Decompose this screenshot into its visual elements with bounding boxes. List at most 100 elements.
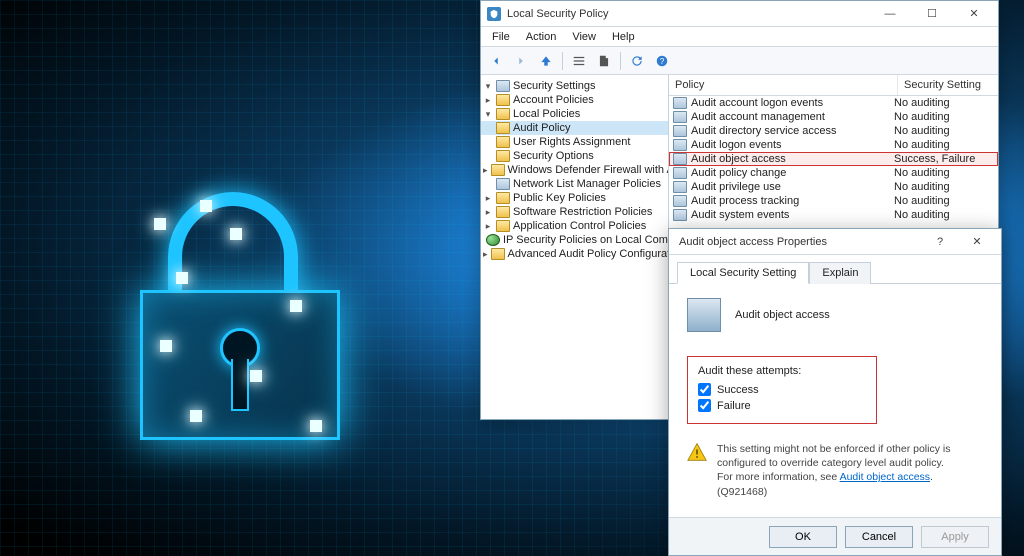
failure-label: Failure xyxy=(717,400,751,412)
folder-icon xyxy=(491,164,505,176)
policy-row[interactable]: Audit directory service access No auditin… xyxy=(669,124,998,138)
minimize-button[interactable]: — xyxy=(872,1,908,27)
tree-node[interactable]: ▸ Software Restriction Policies xyxy=(481,205,668,219)
twisty-icon[interactable]: ▾ xyxy=(483,81,493,92)
policy-row[interactable]: Audit system eventsNo auditing xyxy=(669,208,998,222)
tree-pane[interactable]: ▾ Security Settings ▸ Account Policies ▾ Lo… xyxy=(481,75,669,419)
tree-node[interactable]: ▸ Windows Defender Firewall with Advan xyxy=(481,163,668,177)
policy-icon xyxy=(673,153,687,165)
apply-button[interactable]: Apply xyxy=(921,526,989,548)
folder-icon xyxy=(496,220,510,232)
back-button[interactable] xyxy=(485,50,507,72)
twisty-icon[interactable]: ▸ xyxy=(483,193,493,204)
success-checkbox-row[interactable]: Success xyxy=(698,383,866,396)
policy-icon xyxy=(673,167,687,179)
tab-strip: Local Security Setting Explain xyxy=(669,255,1001,284)
object-name: Audit object access xyxy=(735,309,830,321)
policy-name: Audit account logon events xyxy=(691,97,890,109)
twisty-icon[interactable]: ▸ xyxy=(483,221,493,232)
folder-icon xyxy=(496,122,510,134)
tree-node[interactable]: IP Security Policies on Local Computer xyxy=(481,233,668,247)
titlebar[interactable]: Local Security Policy — ☐ ✕ xyxy=(481,1,998,27)
policy-icon xyxy=(687,298,721,332)
tree-node-label: Local Policies xyxy=(513,108,580,120)
tab-explain[interactable]: Explain xyxy=(809,262,871,284)
tree-node[interactable]: ▾ Local Policies xyxy=(481,107,668,121)
menu-help[interactable]: Help xyxy=(605,29,642,45)
policy-row[interactable]: Audit logon eventsNo auditing xyxy=(669,138,998,152)
maximize-button[interactable]: ☐ xyxy=(914,1,950,27)
policy-row[interactable]: Audit account managementNo auditing xyxy=(669,110,998,124)
tree-root[interactable]: ▾ Security Settings xyxy=(481,79,668,93)
tree-node[interactable]: ▸ Advanced Audit Policy Configuration xyxy=(481,247,668,261)
tree-node[interactable]: Security Options xyxy=(481,149,668,163)
close-button[interactable]: ✕ xyxy=(956,1,992,27)
success-checkbox[interactable] xyxy=(698,383,711,396)
policy-row[interactable]: Audit process trackingNo auditing xyxy=(669,194,998,208)
dlg-titlebar[interactable]: Audit object access Properties ? ✕ xyxy=(669,229,1001,255)
tree-node[interactable]: User Rights Assignment xyxy=(481,135,668,149)
tree-node[interactable]: Network List Manager Policies xyxy=(481,177,668,191)
menu-view[interactable]: View xyxy=(565,29,603,45)
column-headers[interactable]: Policy Security Setting xyxy=(669,75,998,96)
tree-node[interactable]: ▸ Public Key Policies xyxy=(481,191,668,205)
ok-button[interactable]: OK xyxy=(769,526,837,548)
policy-row[interactable]: Audit object accessSuccess, Failure xyxy=(669,152,998,166)
tree-node-label: User Rights Assignment xyxy=(513,136,630,148)
tree-node[interactable]: Audit Policy xyxy=(481,121,668,135)
note-link[interactable]: Audit object access xyxy=(840,471,930,483)
list-icon[interactable] xyxy=(568,50,590,72)
window-title: Local Security Policy xyxy=(507,8,866,20)
audit-attempts-label: Audit these attempts: xyxy=(698,365,866,377)
col-setting[interactable]: Security Setting xyxy=(898,75,998,95)
dlg-close-button[interactable]: ✕ xyxy=(959,229,995,255)
menu-action[interactable]: Action xyxy=(519,29,564,45)
policy-name: Audit directory service access xyxy=(691,125,890,137)
globe-icon xyxy=(486,234,500,246)
help-icon[interactable]: ? xyxy=(651,50,673,72)
tree-node[interactable]: ▸Application Control Policies xyxy=(481,219,668,233)
export-icon[interactable] xyxy=(593,50,615,72)
policy-value: No auditing xyxy=(894,125,994,137)
col-policy[interactable]: Policy xyxy=(669,75,898,95)
policy-value: No auditing xyxy=(894,181,994,193)
help-button[interactable]: ? xyxy=(927,229,953,255)
twisty-icon[interactable]: ▾ xyxy=(483,109,493,120)
warning-icon xyxy=(687,442,707,462)
policy-icon xyxy=(673,181,687,193)
padlock-graphic xyxy=(130,210,350,440)
policy-name: Audit system events xyxy=(691,209,890,221)
tree-node-label: Account Policies xyxy=(513,94,594,106)
refresh-icon[interactable] xyxy=(626,50,648,72)
tree-node-label: Public Key Policies xyxy=(513,192,606,204)
toolbar-sep xyxy=(562,52,563,70)
up-button[interactable] xyxy=(535,50,557,72)
app-icon xyxy=(487,7,501,21)
folder-icon xyxy=(496,150,510,162)
folder-icon xyxy=(496,206,510,218)
tree-node-label: Software Restriction Policies xyxy=(513,206,652,218)
policy-row[interactable]: Audit account logon eventsNo auditing xyxy=(669,96,998,110)
menu-file[interactable]: File xyxy=(485,29,517,45)
twisty-icon[interactable]: ▸ xyxy=(483,165,488,176)
tree-node-label: Windows Defender Firewall with Advan xyxy=(508,164,669,176)
cancel-button[interactable]: Cancel xyxy=(845,526,913,548)
policy-row[interactable]: Audit policy changeNo auditing xyxy=(669,166,998,180)
failure-checkbox-row[interactable]: Failure xyxy=(698,399,866,412)
twisty-icon[interactable]: ▸ xyxy=(483,95,493,106)
policy-row[interactable]: Audit privilege useNo auditing xyxy=(669,180,998,194)
menubar: File Action View Help xyxy=(481,27,998,47)
policy-icon xyxy=(673,195,687,207)
tree-node[interactable]: ▸ Account Policies xyxy=(481,93,668,107)
twisty-icon[interactable]: ▸ xyxy=(483,249,488,260)
tree-node-label: Advanced Audit Policy Configuration xyxy=(508,248,669,260)
twisty-icon[interactable]: ▸ xyxy=(483,207,493,218)
folder-icon xyxy=(496,192,510,204)
policy-icon xyxy=(673,139,687,151)
tree-node-label: IP Security Policies on Local Computer xyxy=(503,234,669,246)
policy-value: No auditing xyxy=(894,111,994,123)
failure-checkbox[interactable] xyxy=(698,399,711,412)
properties-dialog: Audit object access Properties ? ✕ Local… xyxy=(668,228,1002,556)
tab-local-setting[interactable]: Local Security Setting xyxy=(677,262,809,284)
forward-button[interactable] xyxy=(510,50,532,72)
